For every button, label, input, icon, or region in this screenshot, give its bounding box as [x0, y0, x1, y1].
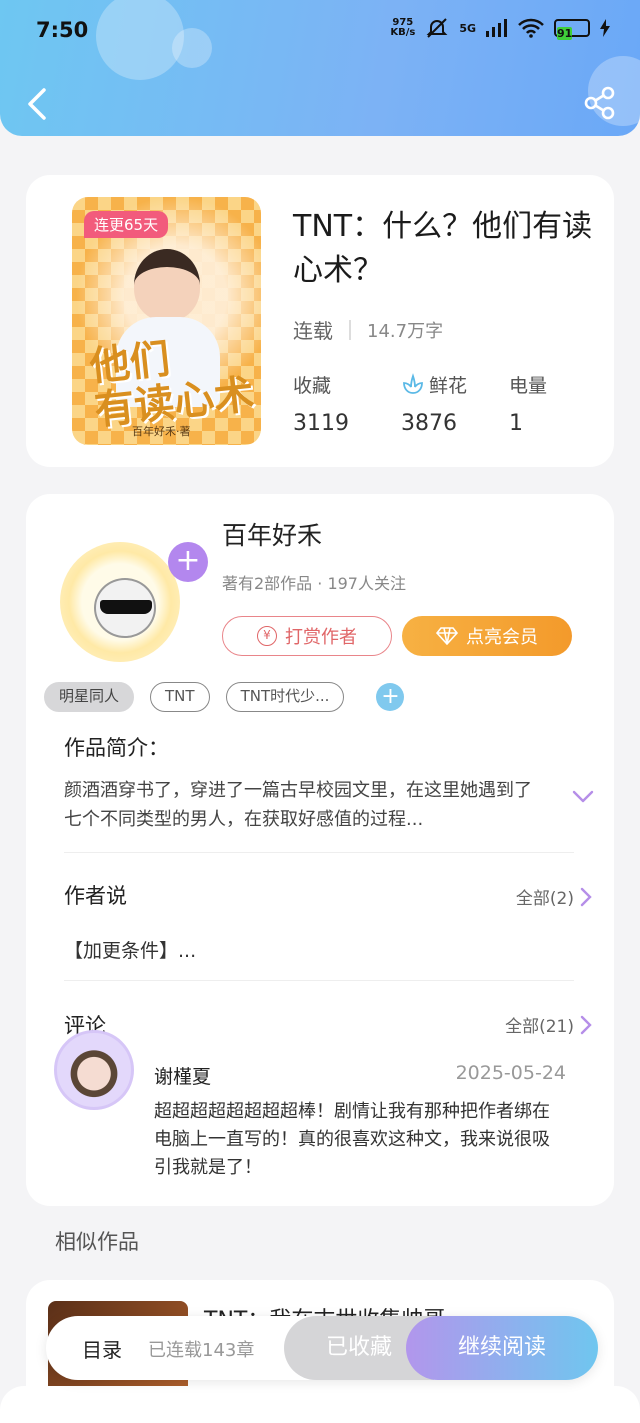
intro-text[interactable]: 颜酒酒穿书了，穿进了一篇古早校园文里，在这里她遇到了七个不同类型的男人，在获取好… [64, 776, 544, 834]
follow-author-button[interactable]: + [168, 542, 208, 582]
stat-flowers[interactable]: 鲜花 3876 [401, 371, 509, 436]
chapter-count[interactable]: 已连载143章 [148, 1336, 254, 1362]
book-info-card: 他们 有读心术 百年好禾·著 连更65天 TNT：什么？他们有读心术？ 连载 14… [26, 175, 614, 467]
author-name[interactable]: 百年好禾 [222, 516, 322, 552]
comment-date: 2025-05-24 [455, 1062, 566, 1084]
battery-icon: 91 [554, 19, 590, 40]
tip-author-button[interactable]: ¥ 打赏作者 [222, 616, 392, 656]
chevron-right-icon [580, 887, 592, 906]
stat-power[interactable]: 电量 1 [509, 371, 617, 437]
author-summary: 著有2部作品 · 197人关注 [222, 574, 406, 593]
divider [64, 852, 574, 853]
toc-button[interactable]: 目录 [82, 1334, 122, 1363]
expand-chevron-icon[interactable] [572, 790, 594, 804]
mute-icon [426, 18, 448, 38]
author-says-heading: 作者说 [64, 884, 127, 908]
comment-text[interactable]: 超超超超超超超超棒！剧情让我有那种把作者绑在电脑上一直写的！真的很喜欢这种文，我… [154, 1098, 554, 1182]
update-streak-badge: 连更65天 [84, 211, 169, 238]
cover-illustration [134, 249, 200, 321]
book-stats: 收藏 3119 鲜花 3876 电量 1 [293, 371, 617, 436]
stat-favorites: 收藏 3119 [293, 374, 349, 437]
tag-list: 明星同人 TNT TNT时代少... + [44, 682, 405, 712]
status-time: 7:50 [36, 18, 89, 42]
tag-item[interactable]: TNT时代少... [225, 682, 345, 712]
flower-icon [403, 373, 423, 394]
share-button[interactable] [584, 86, 616, 120]
divider [64, 980, 574, 981]
cover-art-author: 百年好禾·著 [132, 425, 191, 438]
intro-heading: 作品简介： [64, 736, 169, 760]
commenter-name[interactable]: 谢槿夏 [154, 1062, 211, 1089]
similar-works-heading: 相似作品 [55, 1230, 139, 1254]
signal-icon [486, 19, 507, 37]
wifi-icon [518, 18, 544, 38]
status-bar-icons: 975 KB/s 5G 91 [390, 16, 610, 40]
author-avatar-group[interactable]: + [50, 534, 208, 664]
bottom-action-bar: 目录 已连载143章 已收藏 继续阅读 [46, 1316, 598, 1380]
charging-icon [600, 19, 610, 37]
continue-reading-button[interactable]: 继续阅读 [406, 1316, 598, 1380]
author-says-more-link[interactable]: 全部(2) [516, 884, 592, 909]
add-tag-button[interactable]: + [376, 683, 405, 711]
vip-button[interactable]: 点亮会员 [402, 616, 572, 656]
author-says-text[interactable]: 【加更条件】... [64, 936, 196, 963]
decor-bubble [172, 28, 212, 68]
bottom-safe-area [0, 1386, 640, 1423]
net-speed: 975 KB/s [390, 17, 416, 38]
book-meta: 连载 14.7万字 [293, 315, 443, 344]
chevron-right-icon [580, 1015, 592, 1034]
decor-bubble [96, 0, 184, 80]
top-header: 7:50 975 KB/s 5G 91 [0, 0, 640, 136]
cover-art-title: 他们 有读心术 [87, 335, 257, 435]
detail-card: + 百年好禾 著有2部作品 · 197人关注 ¥ 打赏作者 点亮会员 明星同人 … [26, 494, 614, 1206]
serial-status: 连载 [293, 319, 333, 343]
word-count: 14.7万字 [367, 320, 444, 342]
comments-more-link[interactable]: 全部(21) [505, 1012, 592, 1037]
yen-icon: ¥ [257, 626, 277, 646]
book-title: TNT：什么？他们有读心术？ [293, 209, 593, 288]
book-cover[interactable]: 他们 有读心术 百年好禾·著 连更65天 [72, 197, 261, 445]
tag-item[interactable]: 明星同人 [44, 682, 135, 712]
commenter-avatar[interactable] [54, 1030, 134, 1110]
author-avatar[interactable] [60, 542, 180, 662]
meta-divider [349, 319, 351, 340]
tag-item[interactable]: TNT [150, 682, 210, 712]
back-button[interactable] [22, 86, 52, 122]
diamond-icon [436, 627, 458, 645]
network-type: 5G [459, 21, 476, 35]
